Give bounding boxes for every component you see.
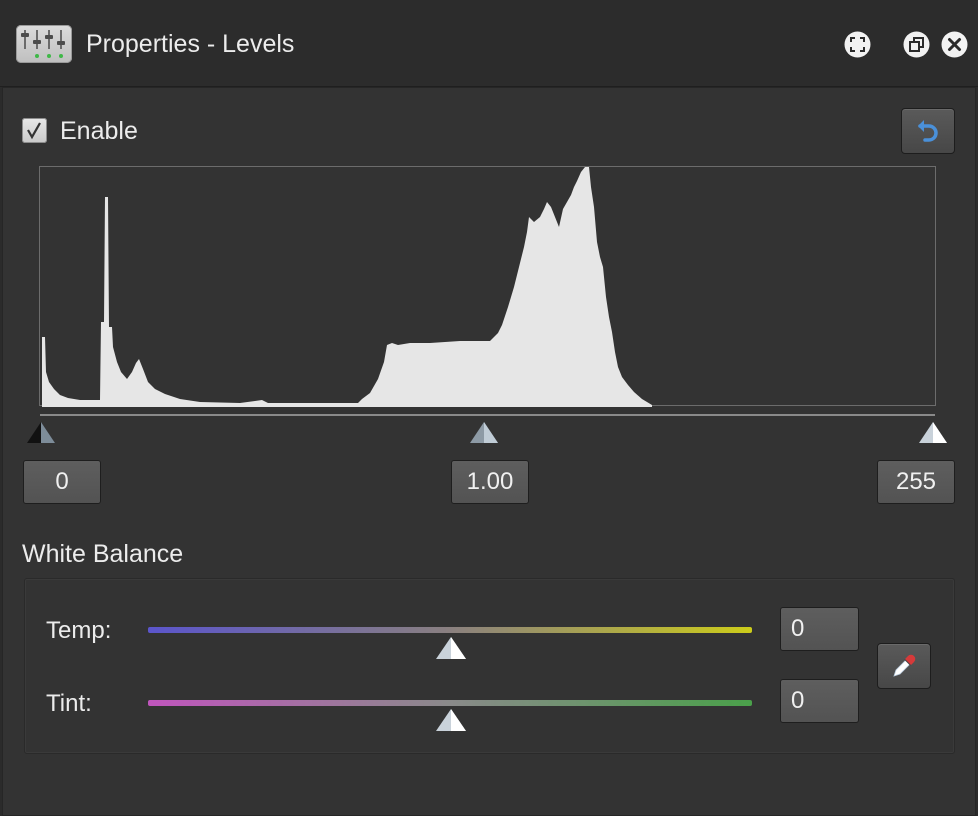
enable-checkbox[interactable]	[22, 118, 47, 143]
histogram-bins	[42, 167, 652, 407]
undo-icon	[918, 120, 938, 142]
window-title: Properties - Levels	[86, 30, 295, 58]
temp-slider-track[interactable]	[148, 627, 752, 633]
levels-histogram	[39, 166, 936, 407]
temp-slider-handle[interactable]	[435, 636, 467, 660]
checkmark-icon	[27, 122, 41, 140]
gray-triangle-icon	[470, 422, 498, 443]
gamma-input[interactable]: 1.00	[451, 460, 529, 504]
temp-label: Temp:	[46, 617, 112, 644]
fullscreen-button[interactable]	[844, 31, 871, 58]
tint-input[interactable]: 0	[780, 679, 859, 723]
close-button[interactable]	[941, 31, 968, 58]
black-point-input[interactable]: 0	[23, 460, 101, 504]
slider-triangle-icon	[436, 637, 466, 659]
white-triangle-icon	[919, 422, 947, 443]
reset-button[interactable]	[901, 108, 955, 154]
slider-triangle-icon	[436, 709, 466, 731]
white-point-input[interactable]: 255	[877, 460, 955, 504]
popout-button[interactable]	[903, 31, 930, 58]
levels-track[interactable]	[40, 414, 935, 416]
white-balance-title: White Balance	[22, 540, 184, 568]
black-point-handle[interactable]	[26, 421, 56, 445]
temp-input[interactable]: 0	[780, 607, 859, 651]
fullscreen-icon	[844, 31, 871, 58]
black-triangle-icon	[27, 422, 55, 443]
gamma-handle[interactable]	[469, 421, 499, 445]
levels-sliders-icon	[16, 25, 72, 63]
tint-slider-track[interactable]	[148, 700, 752, 706]
white-point-handle[interactable]	[918, 421, 948, 445]
enable-label: Enable	[60, 117, 138, 145]
tint-label: Tint:	[46, 690, 92, 717]
close-icon	[941, 31, 968, 58]
title-bar: Properties - Levels	[0, 0, 978, 87]
white-balance-group	[24, 578, 955, 754]
eyedropper-button[interactable]	[877, 643, 931, 689]
popout-icon	[903, 31, 930, 58]
eyedropper-icon	[893, 654, 916, 677]
tint-slider-handle[interactable]	[435, 708, 467, 732]
